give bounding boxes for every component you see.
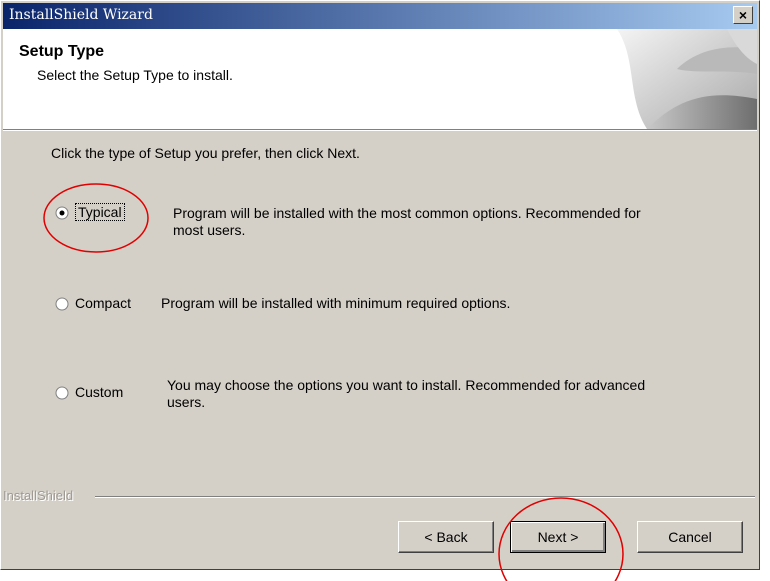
next-button[interactable]: Next > bbox=[510, 521, 606, 553]
header-divider bbox=[3, 130, 757, 131]
custom-label[interactable]: Custom bbox=[75, 384, 123, 400]
installshield-wizard-window: InstallShield Wizard × Setup Type Select… bbox=[0, 0, 760, 570]
compact-radio[interactable] bbox=[55, 297, 69, 311]
compact-label[interactable]: Compact bbox=[75, 295, 131, 311]
window-title: InstallShield Wizard bbox=[9, 7, 153, 23]
compact-description: Program will be installed with minimum r… bbox=[161, 295, 511, 311]
title-bar[interactable]: InstallShield Wizard × bbox=[3, 3, 757, 29]
footer-divider bbox=[95, 496, 755, 498]
instruction-text: Click the type of Setup you prefer, then… bbox=[51, 145, 360, 161]
page-curl-graphic bbox=[617, 29, 757, 129]
typical-radio[interactable] bbox=[55, 206, 69, 220]
custom-description: You may choose the options you want to i… bbox=[167, 377, 646, 410]
cancel-button[interactable]: Cancel bbox=[637, 521, 743, 553]
page-title: Setup Type bbox=[19, 43, 105, 60]
typical-label[interactable]: Typical bbox=[75, 203, 125, 221]
installshield-brand: InstallShield bbox=[3, 488, 74, 503]
page-subtitle: Select the Setup Type to install. bbox=[37, 67, 233, 83]
back-button[interactable]: < Back bbox=[398, 521, 494, 553]
close-button[interactable]: × bbox=[733, 6, 753, 24]
header-panel: Setup Type Select the Setup Type to inst… bbox=[3, 29, 757, 130]
typical-description: Program will be installed with the most … bbox=[173, 205, 641, 238]
custom-radio[interactable] bbox=[55, 386, 69, 400]
